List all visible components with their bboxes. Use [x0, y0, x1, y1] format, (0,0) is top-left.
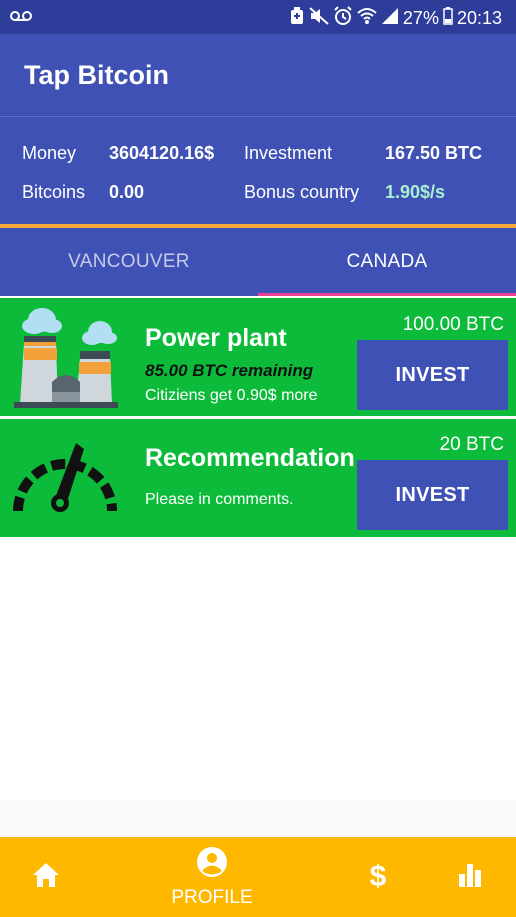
- money-value: 3604120.16$: [109, 143, 215, 163]
- battery-percent: 27%: [402, 8, 439, 28]
- card-title: Power plant: [145, 324, 287, 352]
- bonus-country-value: 1.90$/s: [385, 182, 446, 202]
- investment-label: Investment: [244, 143, 333, 163]
- card-remaining: 85.00 BTC remaining: [145, 361, 314, 380]
- investment-value: 167.50 BTC: [385, 143, 483, 163]
- nav-money[interactable]: $: [348, 837, 408, 917]
- card-price: 20 BTC: [439, 434, 504, 455]
- clock-time: 20:13: [456, 8, 502, 28]
- tab-bar: VANCOUVER CANADA: [0, 228, 516, 296]
- tab-canada[interactable]: CANADA: [258, 228, 516, 296]
- svg-text:$: $: [370, 860, 387, 891]
- account-circle-icon: [196, 846, 228, 883]
- voicemail-icon: [10, 9, 32, 27]
- speedometer-icon: [10, 441, 120, 520]
- signal-icon: [381, 7, 399, 30]
- tab-vancouver[interactable]: VANCOUVER: [0, 228, 258, 296]
- card-subtitle: Citiziens get 0.90$ more: [145, 387, 318, 404]
- home-icon: [31, 861, 61, 894]
- app-bar: Tap Bitcoin: [0, 34, 516, 116]
- bitcoins-label: Bitcoins: [22, 182, 86, 202]
- dollar-icon: $: [367, 859, 389, 896]
- nav-home[interactable]: [16, 837, 76, 917]
- upgrade-card-power-plant: Power plant 85.00 BTC remaining Citizien…: [0, 298, 516, 416]
- status-bar: 27% 20:13: [0, 0, 516, 34]
- nav-stats[interactable]: [440, 837, 500, 917]
- money-label: Money: [22, 143, 77, 163]
- content-bottom-edge: [0, 800, 516, 837]
- bonus-country-label: Bonus country: [244, 182, 360, 202]
- app-title: Tap Bitcoin: [24, 60, 169, 90]
- card-title: Recommendation: [145, 444, 355, 472]
- battery-icon: [443, 7, 453, 30]
- nav-profile[interactable]: PROFILE: [162, 837, 262, 917]
- card-subtitle: Please in comments.: [145, 491, 294, 508]
- stats-panel: Money 3604120.16$ Investment 167.50 BTC …: [0, 116, 516, 224]
- upgrade-card-recommendation: Recommendation Please in comments. 20 BT…: [0, 419, 516, 537]
- bar-chart-icon: [457, 862, 483, 893]
- bitcoins-value: 0.00: [109, 182, 145, 202]
- power-plant-icon: [12, 304, 120, 417]
- tab-indicator: [258, 293, 516, 296]
- mute-icon: [309, 7, 329, 30]
- invest-button-power-plant[interactable]: INVEST: [357, 340, 508, 410]
- wifi-icon: [357, 7, 377, 30]
- alarm-icon: [333, 6, 353, 31]
- bottom-navigation: PROFILE $: [0, 837, 516, 917]
- notification-icon: [289, 7, 305, 30]
- card-price: 100.00 BTC: [402, 314, 504, 335]
- nav-profile-label: PROFILE: [171, 886, 253, 908]
- invest-button-recommendation[interactable]: INVEST: [357, 460, 508, 530]
